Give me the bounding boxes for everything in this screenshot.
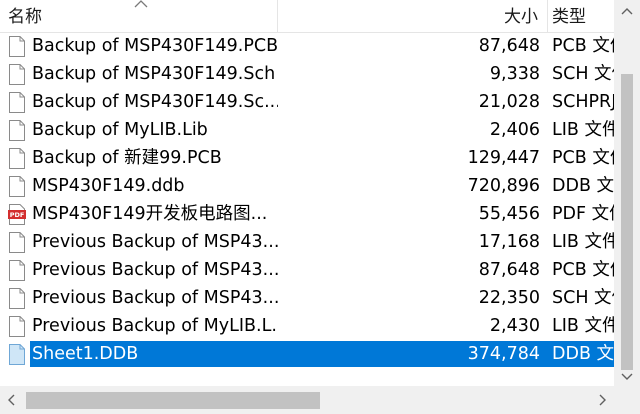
file-size: 2,430 <box>489 316 540 336</box>
file-type: SCHPRJ <box>552 92 614 112</box>
file-size: 87,648 <box>478 36 540 56</box>
document-icon <box>8 148 26 169</box>
file-row[interactable]: Previous Backup of MSP43... 22,350 SCH 文件 <box>0 284 614 312</box>
file-type: PDF 文件 <box>552 204 614 224</box>
file-name[interactable]: MSP430F149开发板电路图... <box>32 200 267 228</box>
file-size: 374,784 <box>467 344 540 364</box>
file-size: 129,447 <box>467 148 540 168</box>
file-type: DDB 文件 <box>552 176 614 196</box>
file-type: DDB 文件 <box>552 344 614 364</box>
scroll-up-arrow-icon[interactable] <box>614 2 640 22</box>
file-name[interactable]: Backup of 新建99.PCB <box>32 144 222 172</box>
file-type: LIB 文件 <box>552 120 614 140</box>
scrollbar-corner <box>614 386 640 414</box>
document-icon <box>8 36 26 57</box>
file-type: LIB 文件 <box>552 232 614 252</box>
name-cell: Previous Backup of MSP43... <box>0 284 278 312</box>
file-row[interactable]: Previous Backup of MSP43... 87,648 PCB 文件 <box>0 256 614 284</box>
file-name[interactable]: Backup of MyLIB.Lib <box>32 116 208 144</box>
file-name[interactable]: MSP430F149.ddb <box>32 172 185 200</box>
file-list-view: 名称 大小 类型 Backup of MSP430F149.PCB 87,648 P… <box>0 0 640 414</box>
file-name[interactable]: Backup of MSP430F149.PCB <box>32 32 278 60</box>
file-name[interactable]: Sheet1.DDB <box>32 340 138 368</box>
document-icon <box>8 64 26 85</box>
name-cell: Previous Backup of MSP43... <box>0 228 278 256</box>
file-name[interactable]: Backup of MSP430F149.Sch <box>32 60 275 88</box>
name-cell: Backup of 新建99.PCB <box>0 144 278 172</box>
document-icon <box>8 260 26 281</box>
document-icon <box>8 176 26 197</box>
scroll-down-arrow-icon[interactable] <box>614 366 640 386</box>
file-row[interactable]: Backup of MSP430F149.Sc... 21,028 SCHPRJ <box>0 88 614 116</box>
name-cell: Backup of MSP430F149.Sch <box>0 60 278 88</box>
column-header-name[interactable]: 名称 <box>0 0 276 32</box>
scroll-left-arrow-icon[interactable] <box>0 386 24 414</box>
file-type: LIB 文件 <box>552 316 614 336</box>
name-cell: Previous Backup of MyLIB.L... <box>0 312 278 340</box>
document-blue-icon <box>8 344 26 365</box>
file-row[interactable]: Sheet1.DDB 374,784 DDB 文件 <box>0 340 614 368</box>
name-cell: Backup of MSP430F149.PCB <box>0 32 278 60</box>
horizontal-scroll-thumb[interactable] <box>26 392 320 409</box>
file-row[interactable]: Backup of MSP430F149.Sch 9,338 SCH 文件 <box>0 60 614 88</box>
file-type: PCB 文件 <box>552 260 614 280</box>
file-size: 17,168 <box>478 232 540 252</box>
column-header-size[interactable]: 大小 <box>278 0 546 32</box>
file-row[interactable]: Previous Backup of MyLIB.L... 2,430 LIB 文件 <box>0 312 614 340</box>
document-icon <box>8 232 26 253</box>
document-icon <box>8 120 26 141</box>
file-size: 2,406 <box>489 120 540 140</box>
file-row[interactable]: PDF MSP430F149开发板电路图... 55,456 PDF 文件 <box>0 200 614 228</box>
document-icon <box>8 288 26 309</box>
document-icon <box>8 316 26 337</box>
file-rows: Backup of MSP430F149.PCB87,648PCB 文件Back… <box>0 32 614 384</box>
file-name[interactable]: Previous Backup of MSP43... <box>32 284 278 312</box>
column-header-type[interactable]: 类型 <box>548 0 614 32</box>
file-name[interactable]: Previous Backup of MSP43... <box>32 256 278 284</box>
file-row[interactable]: Backup of MSP430F149.PCB 87,648 PCB 文件 <box>0 32 614 60</box>
column-header: 名称 大小 类型 <box>0 0 614 33</box>
pdf-icon: PDF <box>8 204 26 225</box>
file-row[interactable]: Backup of 新建99.PCB 129,447 PCB 文件 <box>0 144 614 172</box>
file-size: 720,896 <box>467 176 540 196</box>
vertical-scrollbar[interactable] <box>614 0 640 388</box>
file-name[interactable]: Previous Backup of MSP43... <box>32 228 278 256</box>
document-icon <box>8 92 26 113</box>
file-type: PCB 文件 <box>552 148 614 168</box>
name-cell: Sheet1.DDB <box>0 340 278 368</box>
file-size: 9,338 <box>489 64 540 84</box>
name-cell: Backup of MyLIB.Lib <box>0 116 278 144</box>
name-cell: MSP430F149.ddb <box>0 172 278 200</box>
file-name[interactable]: Previous Backup of MyLIB.L... <box>32 312 278 340</box>
file-type: SCH 文件 <box>552 64 614 84</box>
file-size: 21,028 <box>478 92 540 112</box>
file-row[interactable]: Previous Backup of MSP43... 17,168 LIB 文件 <box>0 228 614 256</box>
horizontal-scrollbar[interactable] <box>0 386 614 414</box>
file-size: 22,350 <box>478 288 540 308</box>
file-type: PCB 文件 <box>552 36 614 56</box>
file-size: 55,456 <box>478 204 540 224</box>
file-type: SCH 文件 <box>552 288 614 308</box>
file-size: 87,648 <box>478 260 540 280</box>
file-row[interactable]: MSP430F149.ddb 720,896 DDB 文件 <box>0 172 614 200</box>
file-name[interactable]: Backup of MSP430F149.Sc... <box>32 88 278 116</box>
scroll-right-arrow-icon[interactable] <box>590 386 614 414</box>
pdf-badge-text: PDF <box>10 211 25 219</box>
name-cell: Backup of MSP430F149.Sc... <box>0 88 278 116</box>
name-cell: Previous Backup of MSP43... <box>0 256 278 284</box>
name-cell: PDF MSP430F149开发板电路图... <box>0 200 278 228</box>
file-row[interactable]: Backup of MyLIB.Lib 2,406 LIB 文件 <box>0 116 614 144</box>
vertical-scroll-thumb[interactable] <box>621 74 633 370</box>
